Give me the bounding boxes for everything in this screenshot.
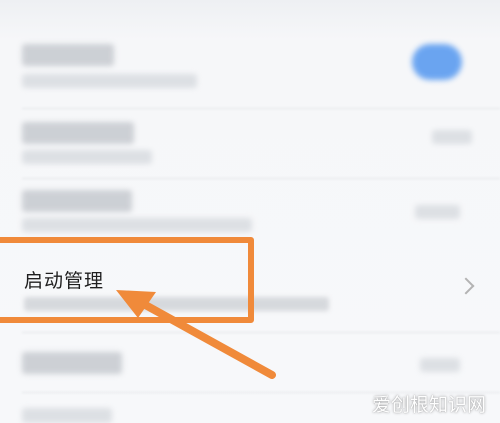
pointer-arrow [116,290,276,379]
watermark: 爱创根知识网 [371,394,486,416]
